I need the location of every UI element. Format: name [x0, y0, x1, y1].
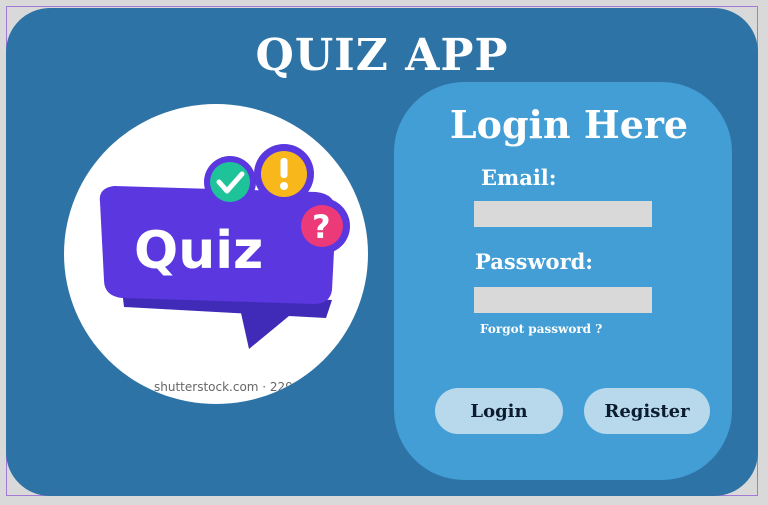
quiz-word: Quiz [134, 221, 263, 281]
register-button[interactable]: Register [584, 388, 710, 434]
forgot-password-link[interactable]: Forgot password ? [480, 322, 602, 336]
login-panel: Login Here Email: Password: Forgot passw… [394, 82, 732, 480]
login-title: Login Here [449, 102, 689, 147]
app-title: QUIZ APP [255, 30, 509, 81]
image-watermark: shutterstock.com · 2299277 [154, 380, 324, 394]
login-button[interactable]: Login [435, 388, 563, 434]
quiz-logo-graphic: Quiz ? [99, 144, 350, 349]
quiz-logo: Quiz ? shutterstock.com · 2299277 [64, 104, 368, 404]
email-field[interactable] [474, 201, 652, 227]
password-field[interactable] [474, 287, 652, 313]
app-card: QUIZ APP Quiz ? shutterstock.com · 22992… [6, 8, 758, 496]
svg-text:?: ? [312, 208, 331, 246]
email-label: Email: [481, 165, 557, 190]
password-label: Password: [475, 249, 594, 274]
